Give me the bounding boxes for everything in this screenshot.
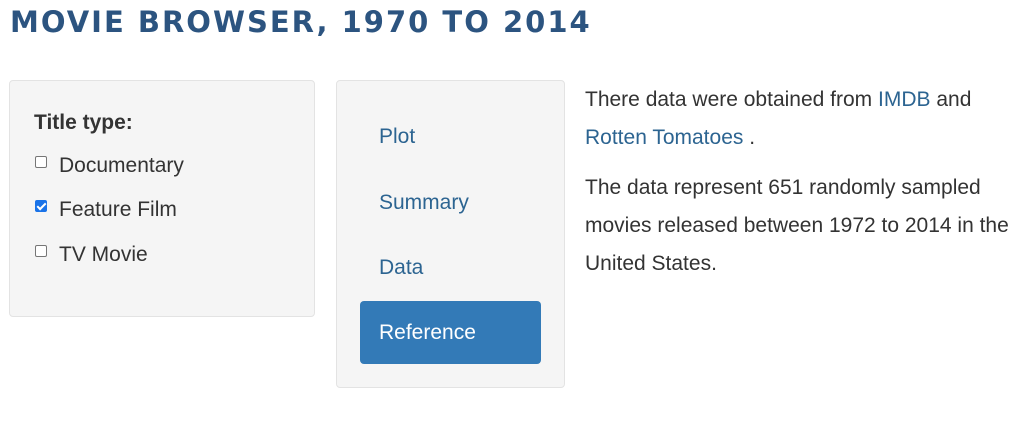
checkbox-option-documentary[interactable]: Documentary [34, 153, 184, 179]
source-paragraph: There data were obtained from IMDB and Ro… [585, 81, 1010, 157]
source-text: There data were obtained from [585, 88, 878, 111]
reference-description: There data were obtained from IMDB and Ro… [585, 81, 1010, 295]
feature-film-checkbox[interactable] [35, 200, 47, 212]
tv-movie-checkbox[interactable] [35, 245, 47, 257]
page-title: MOVIE BROWSER, 1970 TO 2014 [10, 5, 592, 39]
page: MOVIE BROWSER, 1970 TO 2014 Title type: … [0, 0, 1019, 431]
source-end-text: . [743, 126, 756, 149]
checkbox-option-tv-movie[interactable]: TV Movie [34, 242, 148, 268]
checkbox-label: Feature Film [59, 198, 177, 221]
checkbox-option-feature-film[interactable]: Feature Film [34, 197, 177, 223]
nav-pill-panel: Plot Summary Data Reference [336, 80, 565, 388]
tab-plot[interactable]: Plot [360, 105, 541, 168]
title-type-filter-panel: Title type: Documentary Feature Film TV … [9, 80, 315, 317]
tab-data[interactable]: Data [360, 236, 541, 299]
rotten-tomatoes-link[interactable]: Rotten Tomatoes [585, 126, 743, 149]
data-summary-paragraph: The data represent 651 randomly sampled … [585, 176, 1009, 275]
title-type-label: Title type: [34, 111, 133, 134]
documentary-checkbox[interactable] [35, 156, 47, 168]
checkbox-label: TV Movie [59, 243, 148, 266]
source-and-text: and [930, 88, 972, 111]
imdb-link[interactable]: IMDB [878, 88, 931, 111]
tab-summary[interactable]: Summary [360, 171, 541, 234]
checkbox-label: Documentary [59, 154, 184, 177]
tab-reference[interactable]: Reference [360, 301, 541, 364]
